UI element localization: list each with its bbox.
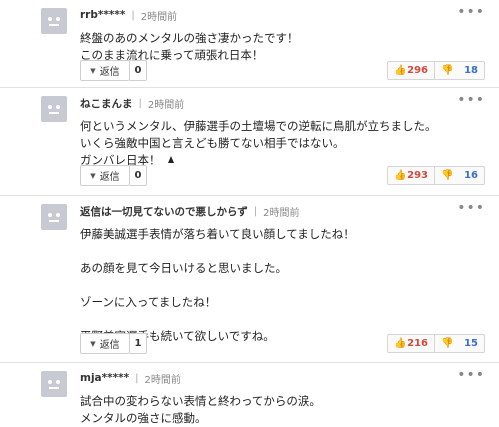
- comment-actions: ▼ 返信 0 👍 296 👎 18: [80, 60, 485, 81]
- comment-body: 試合中の変わらない表情と終わってからの涙。 メンタルの強さに感動。: [80, 393, 491, 427]
- comment-line: 何というメンタル、伊藤選手の土壇場での逆転に鳥肌が立ちました。: [80, 119, 437, 133]
- timestamp: 2時間前: [147, 99, 185, 111]
- reply-label: 返信: [99, 67, 120, 78]
- comment-body: 伊藤美誠選手表情が落ち着いて良い顔してましたね！ あの顔を見て今日いけると思いま…: [80, 226, 491, 345]
- reply-label: 返信: [99, 172, 120, 183]
- avatar: [41, 8, 67, 34]
- avatar: [41, 96, 67, 122]
- thumbs-down-icon: 👎: [441, 65, 454, 76]
- separator: |: [138, 97, 142, 109]
- reply-count: 0: [130, 165, 147, 186]
- comment-header: rrb***** | 2時間前: [80, 6, 491, 24]
- vote-group: 👍 296 👎 18: [387, 61, 485, 80]
- comment-line: ゾーンに入ってましたね！: [80, 295, 217, 309]
- timestamp: 2時間前: [140, 11, 178, 23]
- comment-item: mja***** | 2時間前 ••• 試合中の変わらない表情と終わってからの涙…: [0, 363, 499, 425]
- triangle-down-icon: ▼: [90, 66, 96, 75]
- timestamp: 2時間前: [263, 207, 300, 219]
- thumbs-down-icon: 👎: [441, 170, 454, 181]
- avatar: [41, 371, 67, 397]
- comment-body: 終盤のあのメンタルの強さ凄かったです！ このまま流れに乗って頑張れ日本！: [80, 30, 491, 64]
- more-horizontal-icon[interactable]: •••: [457, 4, 485, 20]
- good-button[interactable]: 👍 296: [387, 61, 435, 80]
- reply-count: 0: [130, 60, 147, 81]
- comment-header: 返信は一切見てないので悪しからず | 2時間前: [80, 202, 491, 220]
- comment-item: 返信は一切見てないので悪しからず | 2時間前 ••• 伊藤美誠選手表情が落ち着…: [0, 196, 499, 363]
- bad-count: 18: [464, 65, 478, 76]
- good-count: 216: [407, 338, 428, 349]
- triangle-down-icon: ▼: [90, 339, 96, 348]
- comment-line: いくら強敵中国と言えども勝てない相手ではない。: [80, 136, 345, 150]
- comment-actions: ▼ 返信 1 👍 216 👎 15: [80, 333, 485, 354]
- separator: |: [253, 205, 258, 217]
- more-horizontal-icon[interactable]: •••: [457, 367, 485, 383]
- good-count: 296: [407, 65, 428, 76]
- reply-button[interactable]: ▼ 返信: [80, 333, 130, 354]
- bad-count: 16: [464, 170, 478, 181]
- comment-line: 試合中の変わらない表情と終わってからの涙。: [80, 394, 321, 408]
- comment-header: mja***** | 2時間前: [80, 369, 491, 387]
- username[interactable]: 返信は一切見てないので悪しからず: [80, 204, 248, 219]
- more-horizontal-icon[interactable]: •••: [457, 200, 485, 216]
- reply-button[interactable]: ▼ 返信: [80, 165, 130, 186]
- good-button[interactable]: 👍 216: [387, 334, 435, 353]
- comment-line: 伊藤美誠選手表情が落ち着いて良い顔してましたね！: [80, 227, 355, 241]
- comment-actions: ▼ 返信 0 👍 293 👎 16: [80, 165, 485, 186]
- good-count: 293: [407, 170, 428, 181]
- bad-button[interactable]: 👎 15: [435, 334, 485, 353]
- reply-count: 1: [130, 333, 147, 354]
- comment-body: 何というメンタル、伊藤選手の土壇場での逆転に鳥肌が立ちました。 いくら強敵中国と…: [80, 118, 491, 169]
- bad-count: 15: [464, 338, 478, 349]
- bad-button[interactable]: 👎 18: [435, 61, 485, 80]
- timestamp: 2時間前: [144, 374, 181, 386]
- comment-line: あの顔を見て今日いけると思いました。: [80, 261, 287, 275]
- more-horizontal-icon[interactable]: •••: [457, 92, 485, 108]
- username[interactable]: rrb*****: [80, 9, 125, 21]
- comment-header: ねこまんま | 2時間前: [80, 94, 491, 112]
- triangle-down-icon: ▼: [90, 171, 96, 180]
- reply-label: 返信: [99, 340, 120, 351]
- username[interactable]: ねこまんま: [80, 96, 133, 111]
- good-button[interactable]: 👍 293: [387, 166, 435, 185]
- vote-group: 👍 216 👎 15: [387, 334, 485, 353]
- thumbs-up-icon: 👍: [394, 338, 407, 349]
- separator: |: [131, 9, 135, 21]
- avatar: [41, 204, 67, 230]
- username[interactable]: mja*****: [80, 372, 129, 384]
- bad-button[interactable]: 👎 16: [435, 166, 485, 185]
- mouse-cursor: [168, 156, 174, 163]
- comment-item: ねこまんま | 2時間前 ••• 何というメンタル、伊藤選手の土壇場での逆転に鳥…: [0, 88, 499, 196]
- comment-line: メンタルの強さに感動。: [80, 411, 207, 425]
- comment-item: rrb***** | 2時間前 ••• 終盤のあのメンタルの強さ凄かったです！ …: [0, 0, 499, 88]
- thumbs-up-icon: 👍: [394, 65, 407, 76]
- separator: |: [135, 372, 139, 384]
- vote-group: 👍 293 👎 16: [387, 166, 485, 185]
- reply-button[interactable]: ▼ 返信: [80, 60, 130, 81]
- thumbs-up-icon: 👍: [394, 170, 407, 181]
- comment-line: 終盤のあのメンタルの強さ凄かったです！: [80, 31, 299, 45]
- thumbs-down-icon: 👎: [441, 338, 454, 349]
